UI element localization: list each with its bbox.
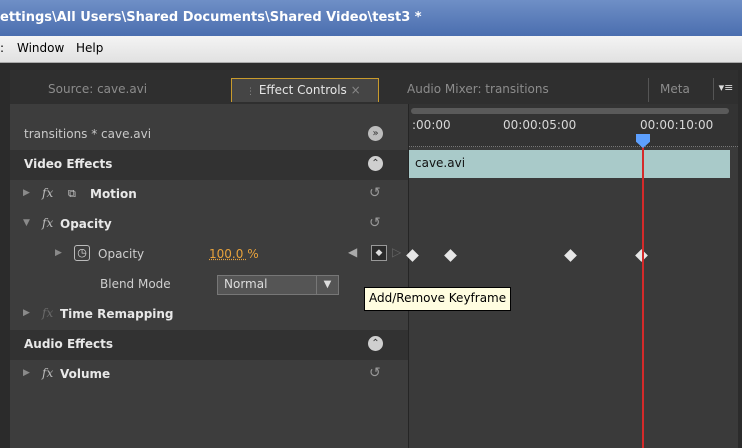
opacity-property-label: Opacity: [98, 247, 145, 261]
tab-audio-mixer[interactable]: Audio Mixer: transitions: [407, 78, 607, 102]
motion-transform-icon: ⧉: [68, 187, 76, 200]
window-title: ettings\All Users\Shared Documents\Share…: [0, 10, 422, 25]
volume-label: Volume: [60, 367, 111, 381]
menu-bar: : Window Help: [0, 36, 742, 63]
clip-name: cave.avi: [415, 156, 466, 170]
opacity-effect-label: Opacity: [60, 217, 112, 231]
time-remapping-row[interactable]: ▶ fx Time Remapping: [10, 300, 408, 330]
keyframe-marker[interactable]: [564, 249, 577, 262]
timecode-start: :00:00: [412, 118, 451, 132]
stopwatch-icon[interactable]: ◷: [74, 245, 90, 261]
menu-item-partial[interactable]: :: [0, 41, 4, 55]
previous-keyframe-icon[interactable]: ◀: [348, 245, 357, 259]
keyframe-marker[interactable]: [444, 249, 457, 262]
window-title-bar: ettings\All Users\Shared Documents\Share…: [0, 0, 742, 36]
timeline-pane: :00:00 00:00:05:00 00:00:10:00 cave.avi: [406, 104, 738, 448]
tab-close-icon[interactable]: ×: [351, 83, 361, 97]
tab-source[interactable]: Source: cave.avi: [22, 78, 227, 102]
add-remove-keyframe-button[interactable]: ◆: [371, 245, 387, 261]
time-ruler[interactable]: :00:00 00:00:05:00 00:00:10:00: [409, 104, 738, 147]
tab-metadata-label: Meta: [660, 82, 690, 96]
tooltip: Add/Remove Keyframe: [364, 287, 512, 311]
collapse-opacity-icon[interactable]: ▼: [23, 218, 30, 228]
collapse-video-effects-icon[interactable]: ⌃: [368, 156, 383, 171]
tab-audio-mixer-label: Audio Mixer: transitions: [407, 82, 549, 96]
fx-toggle-icon[interactable]: fx: [42, 186, 53, 200]
panel-tab-bar: Source: cave.avi ⋮ Effect Controls × Aud…: [10, 70, 738, 104]
blend-mode-value: Normal: [224, 277, 268, 291]
blend-mode-label: Blend Mode: [100, 277, 171, 291]
menu-item-help[interactable]: Help: [76, 41, 103, 55]
audio-effects-header[interactable]: Audio Effects ⌃: [10, 330, 408, 360]
motion-label: Motion: [90, 187, 137, 201]
tab-source-label: Source: cave.avi: [48, 82, 148, 96]
reset-motion-icon[interactable]: ↺: [369, 185, 381, 201]
tab-effect-controls[interactable]: ⋮ Effect Controls ×: [231, 78, 379, 102]
reset-opacity-icon[interactable]: ↺: [369, 215, 381, 231]
reset-volume-icon[interactable]: ↺: [369, 365, 381, 381]
motion-effect-row[interactable]: ▶ fx ⧉ Motion ↺: [10, 180, 408, 210]
time-remapping-label: Time Remapping: [60, 307, 174, 321]
expand-motion-icon[interactable]: ▶: [23, 188, 30, 198]
ruler-ticks: [409, 142, 738, 147]
timecode-end: 00:00:10:00: [640, 118, 714, 132]
expand-opacity-graph-icon[interactable]: ▶: [55, 248, 62, 258]
effects-list-pane: transitions * cave.avi » Video Effects ⌃…: [10, 104, 408, 448]
tab-metadata[interactable]: Meta: [648, 78, 708, 102]
next-keyframe-icon[interactable]: ▷: [392, 245, 401, 259]
timecode-mid: 00:00:05:00: [503, 118, 577, 132]
fx-toggle-icon[interactable]: fx: [42, 216, 53, 230]
video-effects-label: Video Effects: [24, 157, 113, 171]
show-hide-timeline-button[interactable]: »: [368, 126, 383, 141]
menu-item-window[interactable]: Window: [17, 41, 64, 55]
effect-controls-panel: transitions * cave.avi » Video Effects ⌃…: [10, 104, 738, 448]
fx-toggle-icon[interactable]: fx: [42, 366, 53, 380]
collapse-audio-effects-icon[interactable]: ⌃: [368, 336, 383, 351]
video-effects-header[interactable]: Video Effects ⌃: [10, 150, 408, 180]
volume-effect-row[interactable]: ▶ fx Volume ↺: [10, 360, 408, 390]
chevron-down-icon[interactable]: ▼: [316, 276, 338, 294]
fx-toggle-icon: fx: [42, 306, 54, 320]
opacity-value[interactable]: 100.0 %: [209, 247, 259, 261]
blend-mode-row: Blend Mode Normal ▼: [10, 270, 408, 300]
sequence-clip-label: transitions * cave.avi: [24, 127, 152, 141]
expand-time-remapping-icon[interactable]: ▶: [23, 308, 30, 318]
opacity-property-row: ▶ ◷ Opacity 100.0 % ◀ ◆ ▷: [10, 240, 408, 270]
sequence-header-row: transitions * cave.avi »: [10, 120, 408, 150]
opacity-effect-row[interactable]: ▼ fx Opacity ↺: [10, 210, 408, 240]
tab-effect-controls-label: Effect Controls: [258, 83, 347, 97]
zoom-scrollbar[interactable]: [411, 108, 729, 114]
tab-grip-icon: ⋮: [246, 87, 255, 97]
expand-volume-icon[interactable]: ▶: [23, 368, 30, 378]
blend-mode-select[interactable]: Normal ▼: [217, 275, 339, 295]
audio-effects-label: Audio Effects: [24, 337, 114, 351]
keyframe-marker[interactable]: [406, 249, 419, 262]
playhead-line[interactable]: [642, 144, 644, 448]
clip-bar[interactable]: cave.avi: [409, 150, 730, 178]
panel-menu-icon[interactable]: ▾≡: [713, 78, 738, 100]
